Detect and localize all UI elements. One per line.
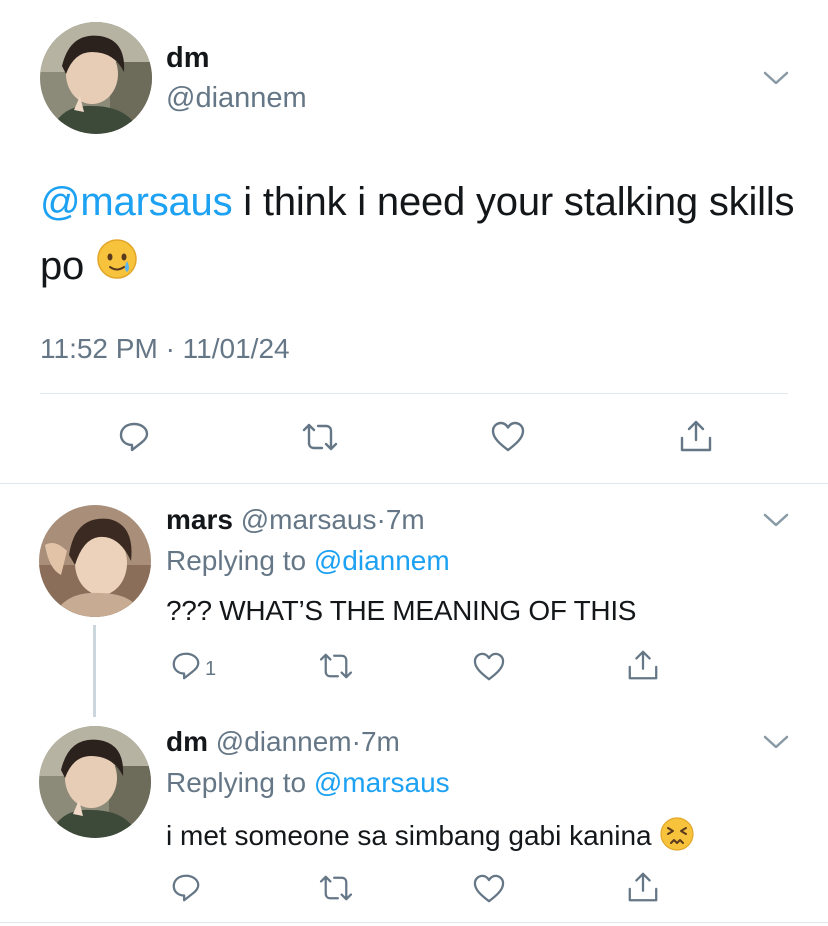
share-button[interactable] xyxy=(626,648,660,682)
like-button[interactable] xyxy=(472,652,506,682)
reply-button[interactable] xyxy=(170,872,202,904)
handle[interactable]: @marsaus xyxy=(241,504,377,535)
display-name[interactable]: dm xyxy=(166,42,210,75)
chevron-down-icon[interactable] xyxy=(763,70,789,86)
thread-line xyxy=(93,625,96,717)
like-icon xyxy=(473,874,505,903)
retweet-icon xyxy=(319,653,353,679)
section-divider xyxy=(0,483,828,484)
dot-separator: · xyxy=(351,726,361,757)
handle[interactable]: @diannem xyxy=(216,726,352,757)
mention-link[interactable]: @marsaus xyxy=(40,180,233,224)
reply-icon xyxy=(172,874,200,902)
avatar-dm[interactable] xyxy=(39,726,151,838)
avatar-dm-main[interactable] xyxy=(40,22,152,134)
persevering-face-emoji xyxy=(659,816,695,859)
replying-to-link[interactable]: @diannem xyxy=(314,545,450,576)
reply-header: mars @marsaus·7m xyxy=(166,504,425,536)
tweet-text: @marsaus i think i need your stalking sk… xyxy=(40,170,800,300)
reply-button[interactable] xyxy=(117,420,151,454)
like-icon xyxy=(473,652,505,681)
chevron-down-icon[interactable] xyxy=(763,734,789,750)
reply-body: i met someone sa simbang gabi kanina xyxy=(166,819,652,851)
reply-button[interactable]: 1 xyxy=(170,650,216,682)
replying-to-link[interactable]: @marsaus xyxy=(314,767,450,798)
share-button[interactable] xyxy=(678,418,714,454)
bottom-divider xyxy=(0,922,828,923)
crying-face-emoji xyxy=(95,236,139,300)
retweet-button[interactable] xyxy=(300,422,340,452)
reply-icon xyxy=(119,422,149,452)
like-button[interactable] xyxy=(472,874,506,904)
tweet-age[interactable]: 7m xyxy=(361,726,400,757)
replying-to: Replying to @diannem xyxy=(166,545,450,577)
display-name[interactable]: mars xyxy=(166,504,233,535)
avatar-mars[interactable] xyxy=(39,505,151,617)
retweet-icon xyxy=(319,875,353,901)
divider xyxy=(40,393,788,394)
retweet-button[interactable] xyxy=(317,874,355,902)
share-button[interactable] xyxy=(626,870,660,904)
like-icon xyxy=(491,421,525,452)
chevron-down-icon[interactable] xyxy=(763,512,789,528)
display-name[interactable]: dm xyxy=(166,726,208,757)
share-icon xyxy=(628,650,658,680)
replying-to: Replying to @marsaus xyxy=(166,767,450,799)
date-separator: · xyxy=(165,333,175,364)
tweet-age[interactable]: 7m xyxy=(386,504,425,535)
replying-label: Replying to xyxy=(166,767,307,798)
reply-text: ??? WHAT’S THE MEANING OF THIS xyxy=(166,595,637,626)
retweet-icon xyxy=(302,423,338,451)
reply-text: i met someone sa simbang gabi kanina xyxy=(166,816,695,859)
date: 11/01/24 xyxy=(182,333,290,364)
timestamp[interactable]: 11:52 PM · 11/01/24 xyxy=(40,333,290,365)
like-button[interactable] xyxy=(490,421,526,453)
reply-icon xyxy=(172,652,200,680)
share-icon xyxy=(628,872,658,902)
retweet-button[interactable] xyxy=(317,652,355,680)
dot-separator: · xyxy=(376,504,386,535)
share-icon xyxy=(680,420,712,452)
time: 11:52 PM xyxy=(40,333,158,364)
handle[interactable]: @diannem xyxy=(166,82,307,115)
reply-count: 1 xyxy=(205,657,217,680)
reply-header: dm @diannem·7m xyxy=(166,726,400,758)
replying-label: Replying to xyxy=(166,545,307,576)
